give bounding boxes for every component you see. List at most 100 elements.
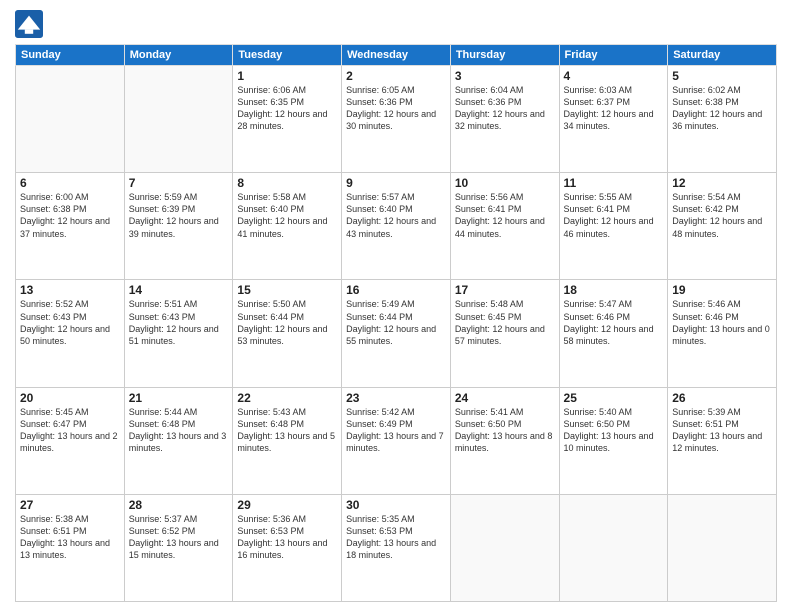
day-number: 22 (237, 391, 337, 405)
cell-info: Sunrise: 5:57 AM Sunset: 6:40 PM Dayligh… (346, 191, 446, 240)
cell-info: Sunrise: 5:41 AM Sunset: 6:50 PM Dayligh… (455, 406, 555, 455)
calendar-cell: 20Sunrise: 5:45 AM Sunset: 6:47 PM Dayli… (16, 387, 125, 494)
day-number: 19 (672, 283, 772, 297)
day-number: 20 (20, 391, 120, 405)
cell-info: Sunrise: 5:48 AM Sunset: 6:45 PM Dayligh… (455, 298, 555, 347)
day-number: 3 (455, 69, 555, 83)
cell-info: Sunrise: 5:50 AM Sunset: 6:44 PM Dayligh… (237, 298, 337, 347)
calendar-cell: 4Sunrise: 6:03 AM Sunset: 6:37 PM Daylig… (559, 66, 668, 173)
day-number: 23 (346, 391, 446, 405)
day-number: 26 (672, 391, 772, 405)
calendar-cell (16, 66, 125, 173)
day-header-sunday: Sunday (16, 45, 125, 66)
calendar-cell: 14Sunrise: 5:51 AM Sunset: 6:43 PM Dayli… (124, 280, 233, 387)
cell-info: Sunrise: 6:06 AM Sunset: 6:35 PM Dayligh… (237, 84, 337, 133)
cell-info: Sunrise: 5:49 AM Sunset: 6:44 PM Dayligh… (346, 298, 446, 347)
day-number: 21 (129, 391, 229, 405)
cell-info: Sunrise: 5:44 AM Sunset: 6:48 PM Dayligh… (129, 406, 229, 455)
calendar-cell: 13Sunrise: 5:52 AM Sunset: 6:43 PM Dayli… (16, 280, 125, 387)
cell-info: Sunrise: 5:51 AM Sunset: 6:43 PM Dayligh… (129, 298, 229, 347)
calendar-cell: 10Sunrise: 5:56 AM Sunset: 6:41 PM Dayli… (450, 173, 559, 280)
day-header-saturday: Saturday (668, 45, 777, 66)
day-header-thursday: Thursday (450, 45, 559, 66)
day-number: 13 (20, 283, 120, 297)
calendar-cell: 26Sunrise: 5:39 AM Sunset: 6:51 PM Dayli… (668, 387, 777, 494)
cell-info: Sunrise: 5:59 AM Sunset: 6:39 PM Dayligh… (129, 191, 229, 240)
calendar-cell: 19Sunrise: 5:46 AM Sunset: 6:46 PM Dayli… (668, 280, 777, 387)
calendar-cell (668, 494, 777, 601)
day-number: 24 (455, 391, 555, 405)
calendar-cell: 24Sunrise: 5:41 AM Sunset: 6:50 PM Dayli… (450, 387, 559, 494)
calendar: SundayMondayTuesdayWednesdayThursdayFrid… (15, 44, 777, 602)
calendar-cell: 2Sunrise: 6:05 AM Sunset: 6:36 PM Daylig… (342, 66, 451, 173)
day-number: 17 (455, 283, 555, 297)
day-number: 11 (564, 176, 664, 190)
calendar-cell: 7Sunrise: 5:59 AM Sunset: 6:39 PM Daylig… (124, 173, 233, 280)
day-header-monday: Monday (124, 45, 233, 66)
calendar-week-3: 20Sunrise: 5:45 AM Sunset: 6:47 PM Dayli… (16, 387, 777, 494)
day-number: 15 (237, 283, 337, 297)
calendar-cell: 12Sunrise: 5:54 AM Sunset: 6:42 PM Dayli… (668, 173, 777, 280)
calendar-cell: 6Sunrise: 6:00 AM Sunset: 6:38 PM Daylig… (16, 173, 125, 280)
calendar-cell: 23Sunrise: 5:42 AM Sunset: 6:49 PM Dayli… (342, 387, 451, 494)
day-number: 10 (455, 176, 555, 190)
calendar-cell: 8Sunrise: 5:58 AM Sunset: 6:40 PM Daylig… (233, 173, 342, 280)
calendar-cell: 5Sunrise: 6:02 AM Sunset: 6:38 PM Daylig… (668, 66, 777, 173)
day-number: 1 (237, 69, 337, 83)
cell-info: Sunrise: 5:52 AM Sunset: 6:43 PM Dayligh… (20, 298, 120, 347)
day-header-tuesday: Tuesday (233, 45, 342, 66)
day-number: 6 (20, 176, 120, 190)
calendar-cell (450, 494, 559, 601)
calendar-week-1: 6Sunrise: 6:00 AM Sunset: 6:38 PM Daylig… (16, 173, 777, 280)
day-number: 8 (237, 176, 337, 190)
cell-info: Sunrise: 6:04 AM Sunset: 6:36 PM Dayligh… (455, 84, 555, 133)
cell-info: Sunrise: 5:42 AM Sunset: 6:49 PM Dayligh… (346, 406, 446, 455)
calendar-cell (559, 494, 668, 601)
cell-info: Sunrise: 5:58 AM Sunset: 6:40 PM Dayligh… (237, 191, 337, 240)
cell-info: Sunrise: 5:56 AM Sunset: 6:41 PM Dayligh… (455, 191, 555, 240)
day-header-wednesday: Wednesday (342, 45, 451, 66)
day-number: 16 (346, 283, 446, 297)
cell-info: Sunrise: 5:47 AM Sunset: 6:46 PM Dayligh… (564, 298, 664, 347)
calendar-cell: 29Sunrise: 5:36 AM Sunset: 6:53 PM Dayli… (233, 494, 342, 601)
day-number: 25 (564, 391, 664, 405)
day-number: 9 (346, 176, 446, 190)
cell-info: Sunrise: 6:02 AM Sunset: 6:38 PM Dayligh… (672, 84, 772, 133)
day-number: 12 (672, 176, 772, 190)
day-number: 18 (564, 283, 664, 297)
cell-info: Sunrise: 5:37 AM Sunset: 6:52 PM Dayligh… (129, 513, 229, 562)
cell-info: Sunrise: 5:54 AM Sunset: 6:42 PM Dayligh… (672, 191, 772, 240)
logo (15, 10, 47, 38)
day-number: 30 (346, 498, 446, 512)
day-number: 29 (237, 498, 337, 512)
calendar-cell: 11Sunrise: 5:55 AM Sunset: 6:41 PM Dayli… (559, 173, 668, 280)
cell-info: Sunrise: 5:36 AM Sunset: 6:53 PM Dayligh… (237, 513, 337, 562)
cell-info: Sunrise: 6:03 AM Sunset: 6:37 PM Dayligh… (564, 84, 664, 133)
calendar-cell: 17Sunrise: 5:48 AM Sunset: 6:45 PM Dayli… (450, 280, 559, 387)
day-number: 2 (346, 69, 446, 83)
day-number: 4 (564, 69, 664, 83)
calendar-cell: 27Sunrise: 5:38 AM Sunset: 6:51 PM Dayli… (16, 494, 125, 601)
logo-icon (15, 10, 43, 38)
page: SundayMondayTuesdayWednesdayThursdayFrid… (0, 0, 792, 612)
cell-info: Sunrise: 5:55 AM Sunset: 6:41 PM Dayligh… (564, 191, 664, 240)
calendar-cell: 18Sunrise: 5:47 AM Sunset: 6:46 PM Dayli… (559, 280, 668, 387)
day-number: 27 (20, 498, 120, 512)
calendar-header-row: SundayMondayTuesdayWednesdayThursdayFrid… (16, 45, 777, 66)
cell-info: Sunrise: 6:00 AM Sunset: 6:38 PM Dayligh… (20, 191, 120, 240)
cell-info: Sunrise: 5:46 AM Sunset: 6:46 PM Dayligh… (672, 298, 772, 347)
cell-info: Sunrise: 5:43 AM Sunset: 6:48 PM Dayligh… (237, 406, 337, 455)
calendar-cell: 25Sunrise: 5:40 AM Sunset: 6:50 PM Dayli… (559, 387, 668, 494)
calendar-week-0: 1Sunrise: 6:06 AM Sunset: 6:35 PM Daylig… (16, 66, 777, 173)
calendar-cell: 1Sunrise: 6:06 AM Sunset: 6:35 PM Daylig… (233, 66, 342, 173)
cell-info: Sunrise: 5:45 AM Sunset: 6:47 PM Dayligh… (20, 406, 120, 455)
cell-info: Sunrise: 5:39 AM Sunset: 6:51 PM Dayligh… (672, 406, 772, 455)
header (15, 10, 777, 38)
calendar-week-2: 13Sunrise: 5:52 AM Sunset: 6:43 PM Dayli… (16, 280, 777, 387)
cell-info: Sunrise: 5:38 AM Sunset: 6:51 PM Dayligh… (20, 513, 120, 562)
calendar-cell: 30Sunrise: 5:35 AM Sunset: 6:53 PM Dayli… (342, 494, 451, 601)
calendar-cell: 15Sunrise: 5:50 AM Sunset: 6:44 PM Dayli… (233, 280, 342, 387)
calendar-week-4: 27Sunrise: 5:38 AM Sunset: 6:51 PM Dayli… (16, 494, 777, 601)
calendar-cell: 28Sunrise: 5:37 AM Sunset: 6:52 PM Dayli… (124, 494, 233, 601)
day-number: 5 (672, 69, 772, 83)
